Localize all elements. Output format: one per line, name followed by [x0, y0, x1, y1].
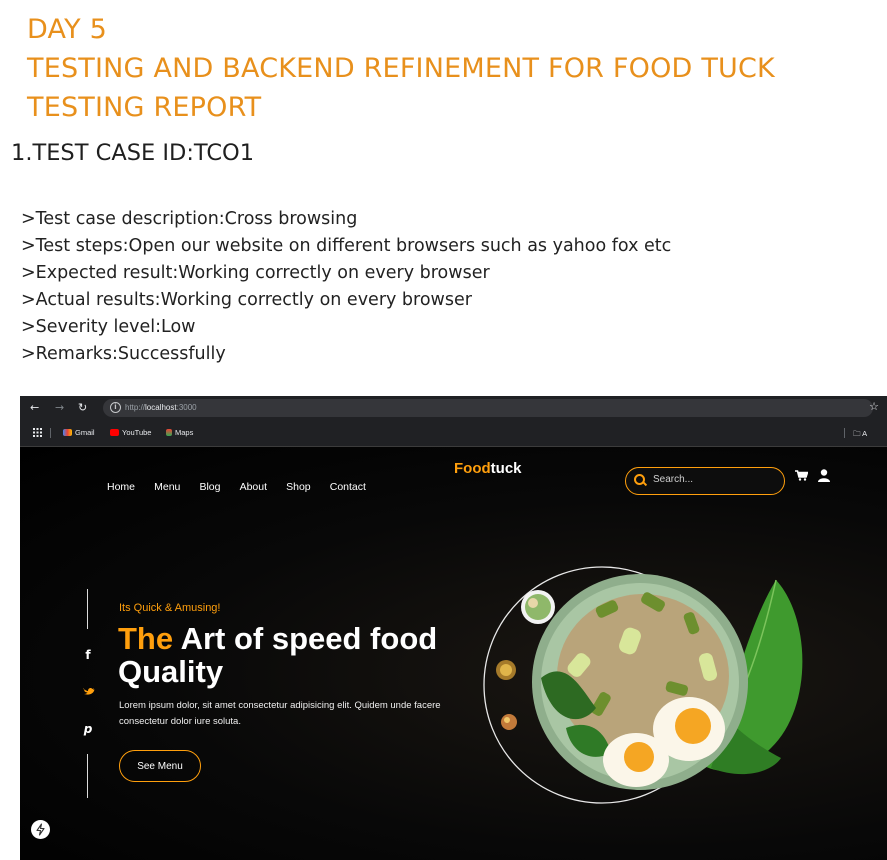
website-screenshot: ← → ↻ i http://localhost:3000 ☆ Gmail Yo… — [20, 396, 887, 860]
test-case-details: >Test case description:Cross browsing >T… — [21, 206, 671, 368]
search-icon — [634, 474, 645, 485]
detail-remarks: >Remarks:Successfully — [21, 344, 226, 364]
browser-address-bar: ← → ↻ i http://localhost:3000 ☆ — [20, 396, 887, 420]
reload-icon[interactable]: ↻ — [78, 401, 87, 414]
nav-about[interactable]: About — [240, 481, 267, 493]
nav-shop[interactable]: Shop — [286, 481, 311, 493]
search-input[interactable] — [653, 474, 773, 485]
detail-description: >Test case description:Cross browsing — [21, 209, 358, 229]
apps-icon[interactable] — [33, 428, 42, 439]
site-nav: Home Menu Blog About Shop Contact — [107, 475, 380, 494]
bookmarks-bar: Gmail YouTube Maps 🗀 A — [20, 420, 887, 447]
nav-home[interactable]: Home — [107, 481, 135, 493]
cart-icon[interactable] — [795, 470, 808, 481]
foodtuck-site: Home Menu Blog About Shop Contact Foodtu… — [20, 447, 887, 860]
social-divider-bottom — [87, 754, 88, 798]
bookmark-folder[interactable]: 🗀 A — [853, 428, 867, 441]
url-text: http://localhost:3000 — [125, 403, 197, 412]
url-field[interactable]: i http://localhost:3000 — [103, 399, 873, 417]
info-icon[interactable]: i — [110, 402, 121, 413]
hero-tagline: Its Quick & Amusing! — [119, 602, 221, 614]
social-divider-top — [87, 589, 88, 629]
food-plate-image — [483, 566, 803, 804]
see-menu-button[interactable]: See Menu — [119, 750, 201, 782]
facebook-icon[interactable]: f — [80, 648, 96, 662]
nav-blog[interactable]: Blog — [199, 481, 220, 493]
back-icon[interactable]: ← — [30, 401, 39, 414]
pinterest-icon[interactable]: p — [80, 722, 96, 736]
detail-actual: >Actual results:Working correctly on eve… — [21, 290, 472, 310]
bolt-icon[interactable] — [31, 820, 50, 839]
bookmark-gmail[interactable]: Gmail — [63, 428, 95, 437]
report-title: DAY 5 TESTING AND BACKEND REFINEMENT FOR… — [27, 10, 775, 127]
detail-severity: >Severity level:Low — [21, 317, 196, 337]
title-line-day: DAY 5 — [27, 14, 107, 45]
test-case-heading: 1.TEST CASE ID:TCO1 — [11, 140, 255, 166]
nav-menu[interactable]: Menu — [154, 481, 180, 493]
star-icon[interactable]: ☆ — [869, 400, 879, 413]
hero-heading: The Art of speed food Quality — [118, 621, 438, 689]
bookmark-maps[interactable]: Maps — [166, 428, 193, 437]
hero-description: Lorem ipsum dolor, sit amet consectetur … — [119, 700, 441, 727]
site-search[interactable] — [625, 467, 785, 495]
title-line-subject: TESTING AND BACKEND REFINEMENT FOR FOOD … — [27, 53, 775, 84]
nav-contact[interactable]: Contact — [330, 481, 366, 493]
twitter-icon[interactable] — [80, 686, 96, 696]
bookmark-youtube[interactable]: YouTube — [110, 428, 151, 437]
title-line-report: TESTING REPORT — [27, 92, 262, 123]
folder-icon: 🗀 — [853, 429, 861, 438]
detail-steps: >Test steps:Open our website on differen… — [21, 236, 672, 256]
detail-expected: >Expected result:Working correctly on ev… — [21, 263, 490, 283]
forward-icon[interactable]: → — [55, 401, 64, 414]
site-logo[interactable]: Foodtuck — [454, 460, 522, 477]
user-icon[interactable] — [818, 469, 830, 482]
